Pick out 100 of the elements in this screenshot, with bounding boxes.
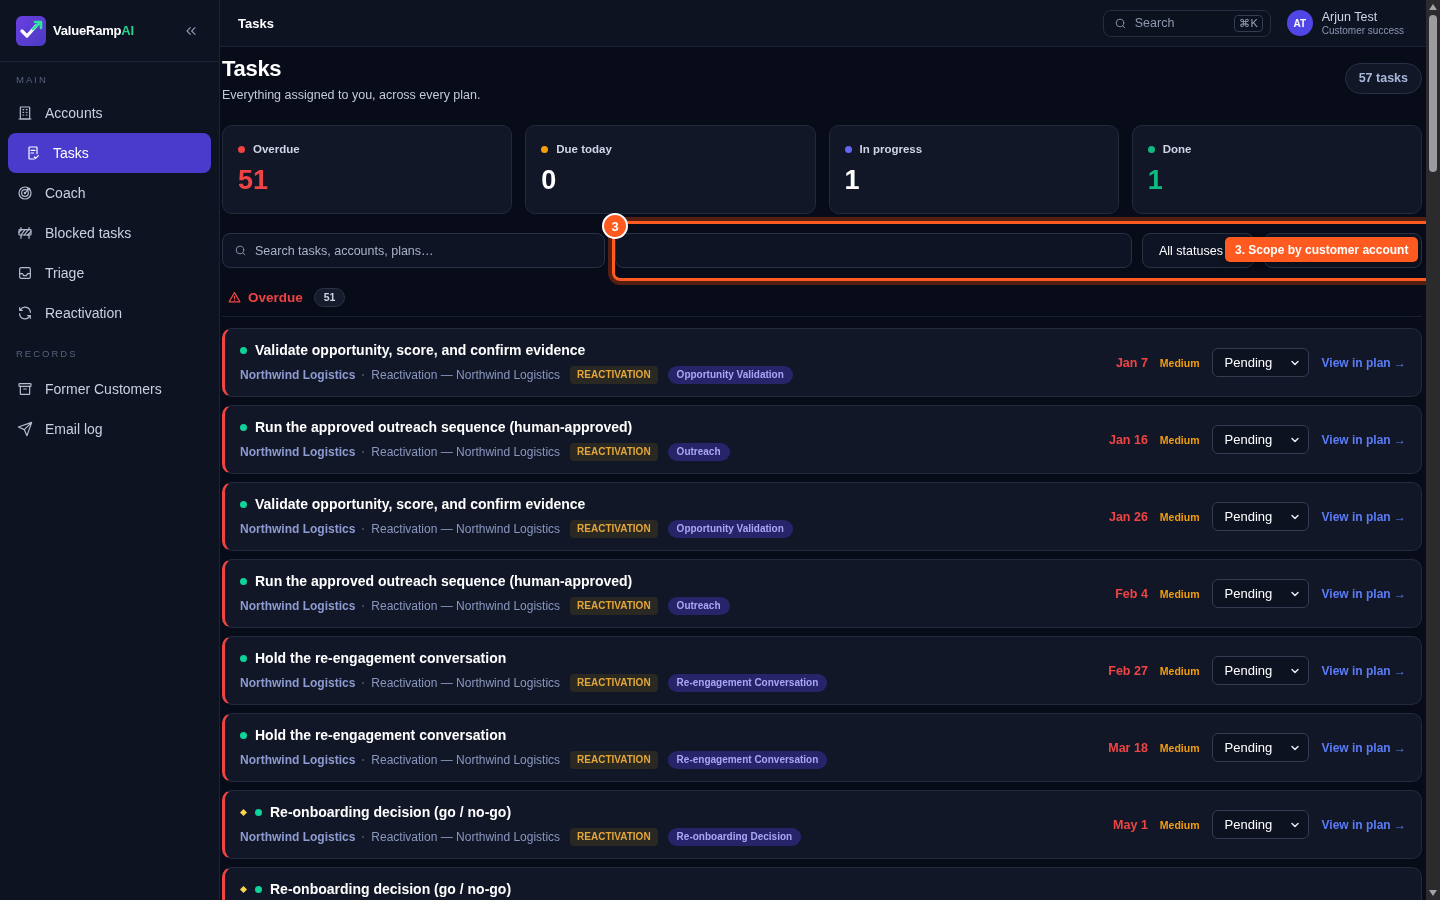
page-heading: Tasks: [222, 57, 283, 81]
task-title: Run the approved outreach sequence (human-approved): [255, 418, 633, 436]
stat-label: In progress: [859, 142, 923, 156]
section-title: Overdue: [248, 289, 303, 305]
nav-item[interactable]: Reactivation: [8, 293, 211, 333]
plan-type-tag: REACTIVATION: [570, 597, 658, 615]
stat-value: 1: [844, 164, 860, 196]
plan-name: Reactivation — Northwind Logistics: [371, 829, 561, 846]
building-icon: [17, 105, 33, 121]
account-link[interactable]: Northwind Logistics: [240, 520, 356, 538]
view-in-plan-link[interactable]: View in plan →: [1321, 663, 1406, 678]
due-date: Feb 4: [1115, 586, 1148, 601]
status-dot-icon: [240, 346, 247, 354]
account-link[interactable]: Northwind Logistics: [240, 366, 356, 384]
priority-label: Medium: [1159, 741, 1200, 754]
task-title: Hold the re-engagement conversation: [255, 726, 507, 744]
view-in-plan-link[interactable]: View in plan →: [1321, 509, 1406, 524]
page-subtitle: Everything assigned to you, across every plan.: [222, 87, 481, 103]
task-title: Re-onboarding decision (go / no-go): [270, 880, 512, 898]
account-link[interactable]: Northwind Logistics: [240, 597, 356, 615]
nav-item[interactable]: Tasks: [8, 133, 211, 173]
priority-label: Medium: [1159, 664, 1200, 677]
page-title: Tasks: [238, 15, 274, 31]
stat-label: Overdue: [253, 142, 300, 156]
status-dot-icon: [240, 654, 247, 662]
scroll-down-icon[interactable]: [1429, 890, 1437, 896]
category-tag: Re-engagement Conversation: [667, 751, 828, 769]
priority-label: Medium: [1159, 433, 1200, 446]
nav-item[interactable]: Email log: [8, 409, 211, 449]
archive-icon: [17, 381, 33, 397]
status-dropdown[interactable]: Pending: [1211, 425, 1309, 454]
status-dropdown[interactable]: Pending: [1211, 810, 1309, 839]
plan-name: Reactivation — Northwind Logistics: [371, 444, 561, 461]
paper-plane-icon: [17, 421, 33, 437]
view-in-plan-link[interactable]: View in plan →: [1321, 586, 1406, 601]
tour-tooltip: 3. Scope by customer account: [1225, 237, 1419, 262]
priority-label: Medium: [1159, 356, 1200, 369]
view-in-plan-link[interactable]: View in plan →: [1321, 740, 1406, 755]
task-count-badge: 57 tasks: [1344, 62, 1422, 94]
logo-icon: [16, 15, 46, 46]
search-icon: [234, 244, 247, 257]
nav-item[interactable]: Blocked tasks: [8, 213, 211, 253]
scrollbar[interactable]: [1426, 0, 1440, 900]
account-link[interactable]: Northwind Logistics: [240, 443, 356, 461]
status-dot-icon: [240, 731, 247, 739]
plan-name: Reactivation — Northwind Logistics: [371, 675, 561, 692]
priority-label: Medium: [1159, 587, 1200, 600]
plan-name: Reactivation — Northwind Logistics: [371, 521, 561, 538]
section-label: MAIN: [15, 74, 49, 86]
nav-item[interactable]: Triage: [8, 253, 211, 293]
nav-item[interactable]: Accounts: [8, 93, 211, 133]
account-link[interactable]: Northwind Logistics: [240, 674, 356, 692]
priority-label: Medium: [1159, 818, 1200, 831]
scroll-up-icon[interactable]: [1429, 4, 1437, 10]
account-link[interactable]: Northwind Logistics: [240, 751, 356, 769]
status-dropdown[interactable]: Pending: [1211, 348, 1309, 377]
category-tag: Outreach: [667, 597, 730, 615]
plan-type-tag: REACTIVATION: [570, 828, 658, 846]
search-icon: [1113, 16, 1127, 30]
status-dropdown[interactable]: Pending: [1211, 579, 1309, 608]
nav-item[interactable]: Coach: [8, 173, 211, 213]
plan-name: Reactivation — Northwind Logistics: [371, 367, 561, 384]
target-icon: [17, 185, 33, 201]
priority-label: Medium: [1159, 510, 1200, 523]
section-label: RECORDS: [15, 348, 79, 360]
due-date: May 1: [1113, 817, 1148, 832]
user-role: Customer success: [1321, 24, 1404, 37]
scrollbar-thumb[interactable]: [1429, 15, 1437, 172]
input-field[interactable]: [615, 233, 1132, 268]
view-in-plan-link[interactable]: View in plan →: [1321, 355, 1406, 370]
stat-value: 51: [238, 164, 269, 196]
plan-name: Reactivation — Northwind Logistics: [371, 752, 561, 769]
status-dot-icon: [255, 808, 262, 816]
category-tag: Opportunity Validation: [667, 520, 793, 538]
due-date: Jan 26: [1108, 509, 1148, 524]
plan-type-tag: REACTIVATION: [570, 443, 658, 461]
status-dropdown[interactable]: Pending: [1211, 502, 1309, 531]
avatar[interactable]: AT: [1286, 10, 1313, 36]
status-dot-icon: [255, 885, 262, 893]
account-link[interactable]: Northwind Logistics: [240, 828, 356, 846]
clipboard-check-icon: [25, 145, 41, 161]
step-badge: 3: [602, 213, 628, 239]
status-dot-icon: [240, 500, 247, 508]
count-badge: 51: [313, 287, 346, 307]
plan-type-tag: REACTIVATION: [570, 366, 658, 384]
status-dropdown[interactable]: Pending: [1211, 733, 1309, 762]
view-in-plan-link[interactable]: View in plan →: [1321, 432, 1406, 447]
search-field[interactable]: Search tasks, accounts, plans…: [222, 233, 605, 268]
view-in-plan-link[interactable]: View in plan →: [1321, 817, 1406, 832]
status-dropdown[interactable]: Pending: [1211, 656, 1309, 685]
barrier-icon: [17, 225, 33, 241]
nav-item[interactable]: Former Customers: [8, 369, 211, 409]
category-tag: Re-onboarding Decision: [667, 828, 802, 846]
due-date: Mar 18: [1108, 740, 1148, 755]
stat-label: Done: [1162, 142, 1192, 156]
stat-value: 1: [1147, 164, 1163, 196]
task-title: Validate opportunity, score, and confirm evidence: [255, 341, 586, 359]
stat-value: 0: [541, 164, 557, 196]
task-title: Hold the re-engagement conversation: [255, 649, 507, 667]
plan-type-tag: REACTIVATION: [570, 751, 658, 769]
